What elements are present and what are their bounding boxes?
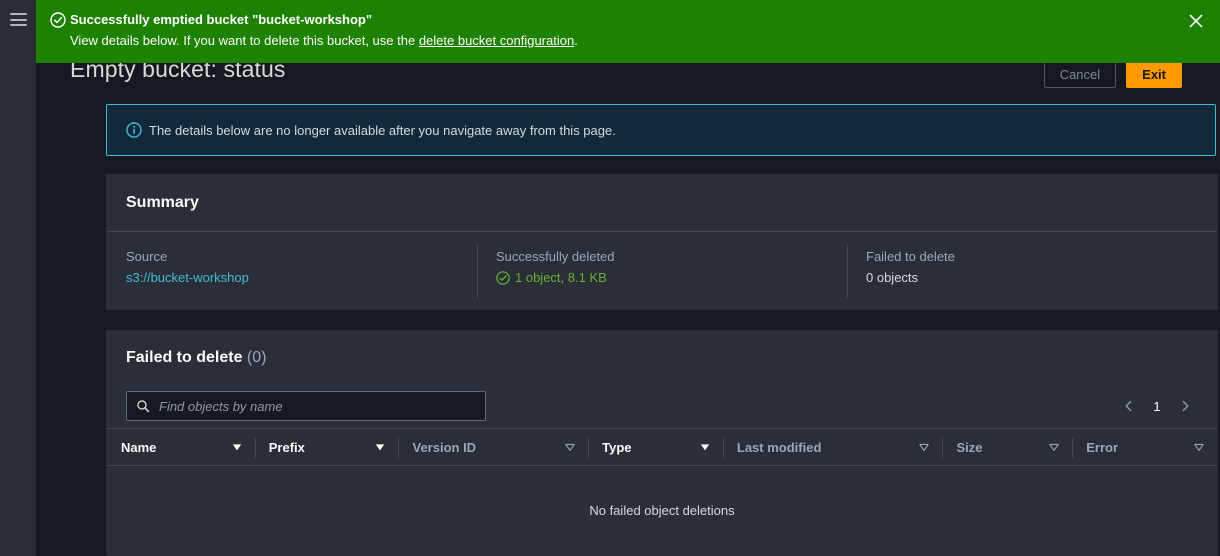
column-header-label: Version ID — [412, 439, 477, 455]
page-actions: Cancel Exit — [1043, 60, 1182, 88]
chevron-left-icon[interactable] — [1116, 393, 1142, 419]
table-empty-state: No failed object deletions — [589, 502, 735, 518]
search-input[interactable] — [150, 392, 485, 420]
info-alert: The details below are no longer availabl… — [106, 104, 1216, 156]
summary-column-failed: Failed to delete 0 objects — [847, 232, 1217, 310]
app-root: Empty bucket: status Cancel Exit The det… — [0, 0, 1220, 556]
exit-button[interactable]: Exit — [1126, 60, 1182, 88]
summary-card: Summary Source s3://bucket-workshop Succ… — [106, 174, 1218, 310]
column-header-name[interactable]: Name — [107, 429, 255, 465]
failed-table-count: (0) — [246, 348, 267, 366]
chevron-right-icon[interactable] — [1172, 393, 1198, 419]
summary-title: Summary — [126, 194, 199, 211]
failed-table-title-text: Failed to delete — [126, 348, 243, 366]
flash-subtitle: View details below. If you want to delet… — [70, 32, 1170, 49]
success-check-circle-icon — [50, 12, 66, 28]
search-box[interactable] — [126, 391, 486, 421]
failed-to-delete-card: Failed to delete (0) Find objects by nam… — [106, 330, 1218, 556]
summary-column-source: Source s3://bucket-workshop — [107, 232, 477, 310]
hamburger-bar — [10, 24, 27, 26]
summary-label: Successfully deleted — [496, 249, 615, 264]
hamburger-bar — [10, 18, 27, 21]
sort-triangle-icon — [376, 444, 385, 451]
summary-value: s3://bucket-workshop — [126, 269, 477, 287]
column-header-label: Prefix — [268, 439, 305, 455]
failed-table-tools: 1 — [107, 384, 1217, 428]
column-header-label: Size — [956, 439, 983, 455]
flash-message-after: . — [574, 33, 578, 48]
flash-message-before: View details below. If you want to delet… — [70, 33, 419, 48]
summary-label: Failed to delete — [866, 249, 955, 264]
left-nav-rail — [0, 0, 36, 556]
pagination-page-1[interactable]: 1 — [1146, 393, 1168, 419]
column-header-size[interactable]: Size — [942, 429, 1072, 465]
column-header-prefix[interactable]: Prefix — [254, 429, 399, 465]
column-header-version-id[interactable]: Version ID — [398, 429, 588, 465]
info-alert-text: The details below are no longer availabl… — [149, 123, 616, 138]
delete-bucket-configuration-link[interactable]: delete bucket configuration — [419, 33, 574, 48]
deleted-count-text: 1 object, 8.1 KB — [515, 270, 607, 285]
column-header-label: Type — [602, 439, 632, 455]
column-header-label: Last modified — [736, 439, 822, 455]
summary-value: 1 object, 8.1 KB — [496, 269, 847, 290]
sort-triangle-icon — [1194, 443, 1204, 451]
table-column-headers: Name Prefix Version ID Type Last modified Siz… — [107, 428, 1217, 466]
failed-table-title: Failed to delete (0) — [126, 349, 266, 367]
flash-text: Successfully emptied bucket "bucket-work… — [70, 11, 1170, 49]
cancel-button[interactable]: Cancel — [1043, 60, 1117, 88]
summary-column-deleted: Successfully deleted 1 object, 8.1 KB — [477, 232, 847, 310]
flash-title: Successfully emptied bucket "bucket-work… — [70, 12, 373, 27]
search-icon — [136, 399, 150, 413]
column-header-type[interactable]: Type — [588, 429, 723, 465]
close-icon[interactable] — [1187, 12, 1205, 30]
sort-triangle-icon — [565, 443, 575, 451]
column-header-label: Name — [121, 439, 157, 455]
main-content: Empty bucket: status Cancel Exit The det… — [36, 0, 1220, 556]
sort-triangle-icon — [700, 444, 710, 451]
summary-body: Source s3://bucket-workshop Successfully… — [107, 232, 1217, 310]
success-flash-banner: Successfully emptied bucket "bucket-work… — [36, 0, 1220, 63]
info-circle-icon — [126, 122, 142, 138]
failed-count-text: 0 objects — [866, 270, 919, 285]
success-check-circle-icon — [496, 271, 510, 285]
column-header-label: Error — [1086, 439, 1119, 455]
summary-label: Source — [126, 249, 168, 264]
summary-card-header: Summary — [107, 175, 1217, 232]
failed-table-header: Failed to delete (0) — [107, 331, 1217, 384]
column-header-error[interactable]: Error — [1072, 429, 1217, 465]
hamburger-menu-icon[interactable] — [10, 13, 27, 26]
sort-triangle-icon — [919, 443, 930, 451]
column-header-last-modified[interactable]: Last modified — [722, 429, 943, 465]
source-bucket-link[interactable]: s3://bucket-workshop — [126, 270, 249, 285]
pagination: 1 — [1116, 393, 1198, 419]
sort-triangle-icon — [1049, 443, 1059, 451]
sort-triangle-icon — [232, 444, 241, 451]
deleted-count: 1 object, 8.1 KB — [496, 269, 607, 287]
hamburger-bar — [10, 13, 27, 15]
